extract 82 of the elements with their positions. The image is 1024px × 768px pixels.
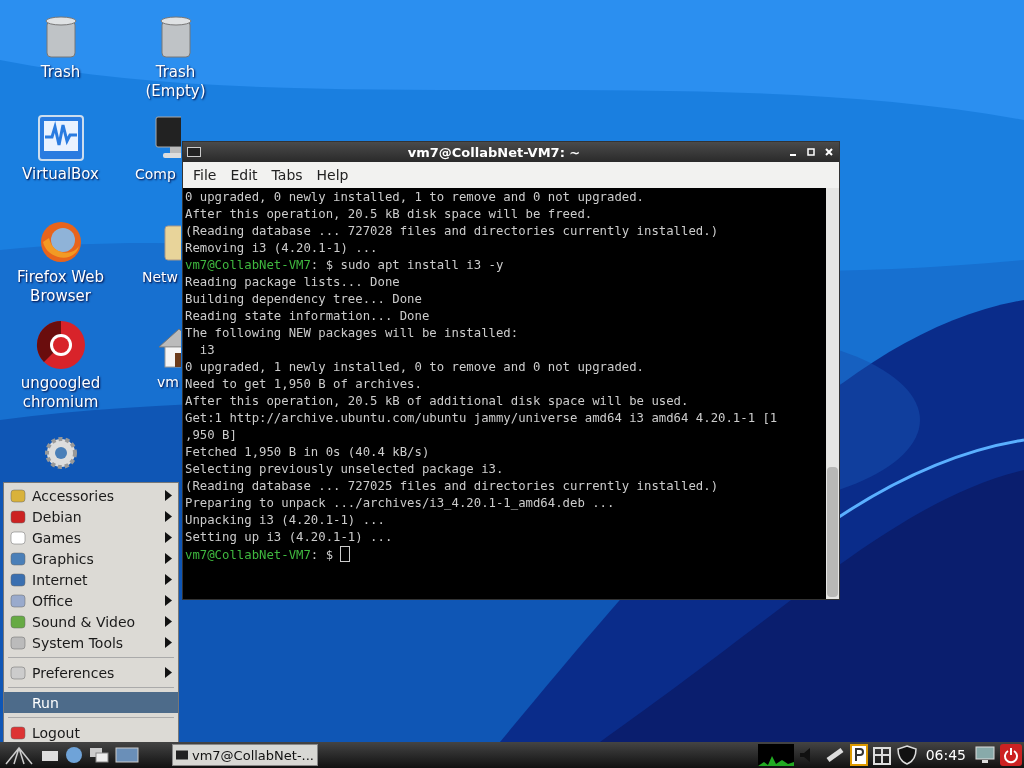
terminal-line: The following NEW packages will be installed: [185,325,520,342]
trash-icon [158,15,193,59]
menu-item[interactable]: Help [310,164,355,186]
menu-item[interactable]: Tabs [265,164,309,186]
desktop-icon-label[interactable]: Trash (Empty) [145,63,206,101]
menu-entry[interactable]: Graphics [4,548,178,569]
terminal-line: Unpacking i3 (4.20.1-1) ... [185,512,386,529]
window-title: vm7@CollabNet-VM7: ~ [406,144,582,160]
menu-entry[interactable]: System Tools [4,632,178,653]
shield-icon[interactable] [895,744,918,766]
cpu-graph-icon[interactable] [757,744,794,766]
power-icon[interactable] [1000,744,1022,766]
globe-icon [38,220,83,264]
windows-icon[interactable] [88,746,110,764]
desktop-icon-label[interactable]: Netw [142,268,179,287]
terminal-line: ,950 B] [185,427,238,444]
prompt-user: vm7@CollabNet-VM7 [185,258,311,272]
desktop-icon[interactable] [114,745,140,765]
menu-category-icon [10,613,26,630]
close-icon[interactable] [823,146,835,158]
menu-entry[interactable]: Logout [4,722,178,742]
menu-category-icon [10,634,26,651]
terminal-line: (Reading database ... 727028 files and directories currently installed.) [185,223,720,240]
desktop-icon-label[interactable]: Trash [40,63,81,82]
menu-category-icon [10,487,26,504]
scrollbar-thumb[interactable] [827,467,838,597]
menu-entry[interactable]: Debian [4,506,178,527]
menu-category-icon [10,571,26,588]
menu-entry[interactable]: Office [4,590,178,611]
terminal-line: Preparing to unpack .../archives/i3_4.20.1-1_amd64.deb ... [185,495,616,512]
terminal-line: 0 upgraded, 0 newly installed, 1 to remove and 0 not upgraded. [185,189,645,206]
maximize-icon[interactable] [805,146,817,158]
menu-category-icon [10,724,26,741]
terminal-line: After this operation, 20.5 kB of additional disk space will be used. [185,393,690,410]
menu-entry[interactable]: Preferences [4,662,178,683]
menu-entry[interactable]: Run [4,692,178,713]
trash-icon [43,15,78,59]
terminal-icon [176,749,188,761]
menu-item[interactable]: File [187,164,223,186]
waveform-icon [37,115,84,161]
chromium-icon [35,320,86,370]
terminal-line: Reading state information... Done [185,308,431,325]
menu-category-icon [10,664,26,681]
desktop-icon-label[interactable]: vm [157,373,179,392]
menu-entry[interactable]: Sound & Video [4,611,178,632]
terminal-line: Reading package lists... Done [185,274,401,291]
task-button[interactable]: vm7@CollabNet-... [172,744,318,766]
prompt-user: vm7@CollabNet-VM7 [185,548,311,562]
terminal-line: Get:1 http://archive.ubuntu.com/ubuntu jammy/universe amd64 i3 amd64 4.20.1-1 [1 [185,410,779,427]
menu-category-icon [10,529,26,546]
command-text: : $ sudo apt install i3 -y [310,258,504,272]
start-menu-icon[interactable] [2,744,36,766]
monitor-icon[interactable] [974,745,996,765]
terminal-icon [187,147,201,157]
desktop-icon-label[interactable]: ungoogled chromium [20,374,101,412]
terminal-line: i3 [198,342,216,359]
terminal-line: Removing i3 (4.20.1-1) ... [185,240,379,257]
desktop-icon-label[interactable]: Firefox Web Browser [16,268,105,306]
gear-icon [42,435,79,471]
terminal-line: 0 upgraded, 1 newly installed, 0 to remove and 0 not upgraded. [185,359,645,376]
terminal-line: After this operation, 20.5 kB disk space will be freed. [185,206,594,223]
menu-category-icon [10,508,26,525]
desktop-icon-label[interactable]: Comp [135,165,176,184]
terminal-line: Setting up i3 (4.20.1-1) ... [185,529,394,546]
parking-icon[interactable] [849,744,868,766]
globe-icon[interactable] [64,745,84,765]
terminal-line: Fetched 1,950 B in 0s (40.4 kB/s) [185,444,431,461]
terminal-line: Building dependency tree... Done [185,291,423,308]
menu-entry[interactable]: Accessories [4,485,178,506]
command-text: : $ [310,548,335,562]
menu-category-icon [10,592,26,609]
desktop-icon-label[interactable]: VirtualBox [22,165,99,184]
task-label: vm7@CollabNet-... [192,747,314,763]
clock[interactable]: 06:45 [921,747,970,763]
terminal-line: Selecting previously unselected package i3. [185,461,505,478]
menu-item[interactable]: Edit [224,164,264,186]
terminal-line: (Reading database ... 727025 files and directories currently installed.) [185,478,720,495]
menu-entry[interactable]: Games [4,527,178,548]
menu-entry[interactable]: Internet [4,569,178,590]
menu-category-icon [10,550,26,567]
terminal-line: Need to get 1,950 B of archives. [185,376,423,393]
scrollbar[interactable] [826,188,839,599]
